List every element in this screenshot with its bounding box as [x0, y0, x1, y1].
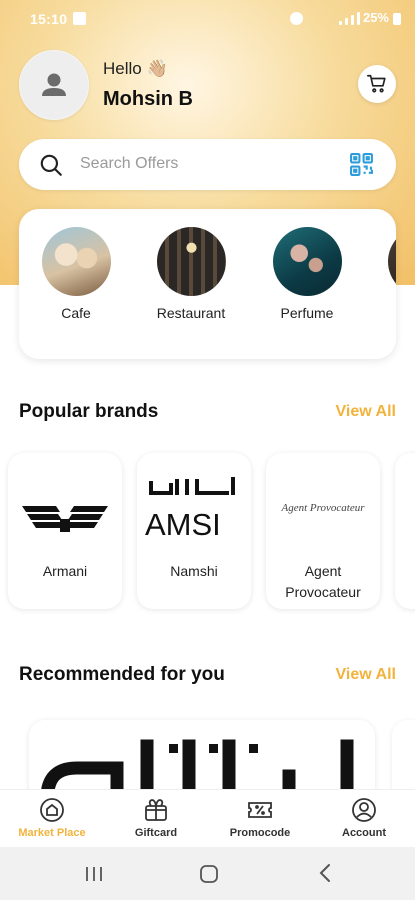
category-label: F — [377, 305, 396, 321]
category-label: Cafe — [61, 305, 91, 321]
section-title-recommended: Recommended for you — [19, 664, 225, 685]
account-icon — [352, 798, 376, 822]
status-time: 15:10 — [30, 11, 68, 27]
restaurant-image — [156, 227, 226, 296]
category-perfume[interactable]: Perfume — [262, 227, 352, 321]
gift-icon — [145, 799, 167, 821]
ticket-percent-icon — [248, 802, 272, 818]
category-partial[interactable]: F — [377, 227, 396, 321]
status-bar: 15:10 25% — [0, 0, 415, 38]
home-icon[interactable] — [199, 864, 219, 884]
category-label: Perfume — [280, 305, 334, 321]
recent-apps-icon[interactable] — [84, 865, 104, 883]
search-input[interactable]: Search Offers — [80, 155, 178, 173]
category-label: Restaurant — [156, 305, 226, 321]
nav-label: Giftcard — [134, 827, 178, 839]
battery-icon — [393, 13, 401, 25]
nav-label: Promocode — [229, 827, 291, 839]
brand-card-namshi[interactable]: AMSI Namshi — [137, 453, 251, 609]
search-bar[interactable]: Search Offers — [19, 139, 396, 190]
namshi-logo-text: AMSI — [145, 507, 221, 542]
greeting: Hello 👋🏼 — [103, 59, 168, 78]
nav-promocode[interactable]: Promocode — [215, 796, 305, 839]
perfume-image — [272, 227, 342, 296]
user-name: Mohsin B — [103, 88, 193, 110]
nav-account[interactable]: Account — [319, 796, 409, 839]
category-restaurant[interactable]: Restaurant — [146, 227, 236, 321]
brand-card-agent-provocateur[interactable]: Agent Provocateur Agent Provocateur — [266, 453, 380, 609]
nav-label: Account — [342, 827, 386, 839]
system-navigation-bar — [0, 847, 415, 900]
category-carousel: Cafe Restaurant Perfume F — [19, 209, 396, 359]
cafe-image — [41, 227, 111, 296]
user-icon — [42, 73, 66, 96]
view-all-recommended-link[interactable]: View All — [336, 666, 396, 684]
battery-level: 25% — [362, 10, 389, 25]
brand-card-armani[interactable]: Armani — [8, 453, 122, 609]
brand-name: Namshi — [170, 563, 218, 579]
alarm-icon — [290, 12, 303, 25]
back-icon[interactable] — [316, 863, 336, 883]
nav-market-place[interactable]: Market Place — [7, 796, 97, 839]
nav-label: Market Place — [18, 827, 86, 839]
cart-button[interactable] — [358, 65, 396, 103]
qr-scan-icon[interactable] — [349, 152, 374, 177]
bottom-navigation: Market Place Giftcard Promocode Account — [0, 789, 415, 848]
signal-icon — [339, 12, 360, 25]
nav-giftcard[interactable]: Giftcard — [111, 796, 201, 839]
namshi-logo: AMSI — [145, 477, 235, 542]
brand-name: Agent Provocateur — [285, 563, 361, 600]
category-cafe[interactable]: Cafe — [31, 227, 121, 321]
storefront-icon — [40, 798, 64, 822]
cart-icon — [367, 74, 386, 93]
category-image — [387, 227, 396, 296]
avatar[interactable] — [19, 50, 89, 120]
notification-icon — [73, 12, 86, 25]
armani-logo — [22, 506, 108, 532]
view-all-brands-link[interactable]: View All — [336, 403, 396, 421]
agent-provocateur-logo: Agent Provocateur — [281, 502, 366, 514]
agent-provocateur-logo-text: Agent Provocateur — [281, 502, 366, 514]
brand-card-partial[interactable] — [395, 453, 415, 609]
section-title-popular-brands: Popular brands — [19, 401, 159, 422]
brand-name: Armani — [42, 563, 88, 579]
search-icon — [40, 154, 62, 176]
